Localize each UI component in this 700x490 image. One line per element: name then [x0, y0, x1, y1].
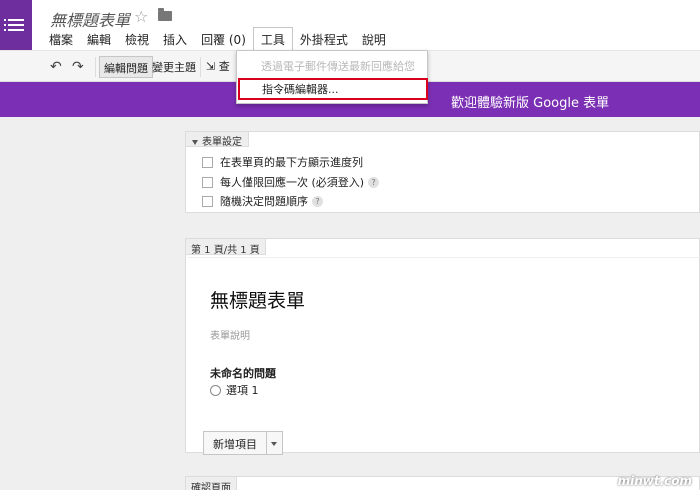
menu-view[interactable]: 檢視: [118, 28, 156, 51]
tools-menu-dropdown: 透過電子郵件傳送最新回應給您 指令碼編輯器...: [236, 50, 428, 104]
app-menu-button[interactable]: [0, 0, 32, 50]
menu-bar: 檔案 編輯 檢視 插入 回覆 (0) 工具 外掛程式 說明: [42, 27, 393, 51]
help-icon[interactable]: ?: [368, 176, 380, 188]
progress-bar-label: 在表單頁的最下方顯示進度列: [220, 156, 363, 169]
choice-option[interactable]: 選項 1: [210, 382, 259, 398]
shuffle-option[interactable]: 隨機決定問題順序 ?: [202, 193, 323, 209]
confirmation-page-label: 確認頁面: [185, 476, 237, 490]
script-editor-item[interactable]: 指令碼編輯器...: [238, 78, 428, 100]
chevron-down-icon[interactable]: [266, 432, 282, 454]
undo-icon[interactable]: ↶: [50, 59, 62, 75]
one-response-option[interactable]: 每人僅限回應一次 (必須登入) ?: [202, 174, 380, 190]
page-card: 第 1 頁/共 1 頁 無標題表單 表單說明 未命名的問題 選項 1 新增項目: [185, 238, 700, 455]
form-settings-card: 表單設定 在表單頁的最下方顯示進度列 每人僅限回應一次 (必須登入) ? 隨機決…: [185, 131, 700, 213]
menu-edit[interactable]: 編輯: [80, 28, 118, 51]
progress-bar-checkbox[interactable]: [202, 156, 213, 168]
help-icon[interactable]: ?: [312, 195, 323, 207]
add-item-label: 新增項目: [213, 438, 257, 451]
menu-file[interactable]: 檔案: [42, 28, 80, 51]
edit-questions-button[interactable]: 編輯問題: [99, 56, 153, 78]
toolbar-divider: [200, 57, 201, 77]
toolbar-divider: [95, 57, 96, 77]
redo-icon[interactable]: ↷: [72, 59, 84, 75]
menu-icon: [4, 16, 24, 34]
page-content: 無標題表單 表單說明 未命名的問題 選項 1 新增項目: [188, 257, 700, 455]
add-item-button[interactable]: 新增項目: [203, 431, 283, 455]
menu-help[interactable]: 說明: [355, 28, 393, 51]
triangle-down-icon: [192, 139, 198, 145]
form-settings-title: 表單設定: [202, 137, 242, 148]
header: 無標題表單 ☆ 檔案 編輯 檢視 插入 回覆 (0) 工具 外掛程式 說明: [32, 0, 700, 51]
menu-tools[interactable]: 工具: [252, 27, 293, 51]
menu-addons[interactable]: 外掛程式: [293, 28, 355, 51]
folder-icon[interactable]: [158, 8, 172, 21]
one-response-checkbox[interactable]: [202, 176, 213, 188]
page-indicator: 第 1 頁/共 1 頁: [185, 238, 266, 256]
question-title[interactable]: 未命名的問題: [210, 365, 276, 381]
radio-button[interactable]: [210, 384, 221, 396]
form-title[interactable]: 無標題表單: [210, 286, 305, 313]
shuffle-label: 隨機決定問題順序: [220, 195, 308, 208]
form-description-field[interactable]: 表單說明: [210, 327, 250, 342]
banner-text[interactable]: 歡迎體驗新版 Google 表單: [451, 92, 609, 111]
shuffle-checkbox[interactable]: [202, 195, 213, 207]
choice-label: 選項 1: [226, 384, 259, 397]
one-response-label: 每人僅限回應一次 (必須登入): [220, 176, 365, 189]
menu-insert[interactable]: 插入: [156, 28, 194, 51]
view-responses-button[interactable]: ⇲ 查: [206, 58, 230, 74]
form-settings-toggle[interactable]: 表單設定: [185, 131, 249, 148]
menu-responses[interactable]: 回覆 (0): [194, 28, 253, 51]
watermark: minwt.com: [617, 474, 692, 488]
progress-bar-option[interactable]: 在表單頁的最下方顯示進度列: [202, 154, 363, 170]
change-theme-button[interactable]: 變更主題: [148, 56, 200, 78]
view-responses-label: 查: [218, 60, 230, 73]
email-notifications-item: 透過電子郵件傳送最新回應給您: [261, 60, 415, 73]
star-icon[interactable]: ☆: [134, 7, 148, 26]
